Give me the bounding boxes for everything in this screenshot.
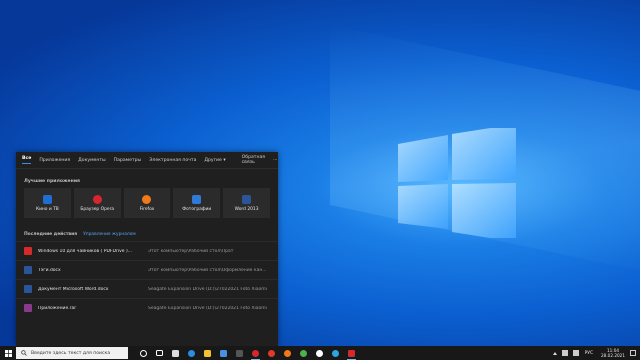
app-tile-movies[interactable]: Кино и ТВ — [24, 188, 71, 218]
tab-documents[interactable]: Документы — [78, 158, 106, 163]
notification-icon[interactable] — [630, 350, 636, 356]
search-panel: Все Приложения Документы Параметры Элект… — [16, 152, 278, 346]
recent-header: Последние действия Управление журналом — [16, 218, 278, 241]
recent-item-name: Приложение.rar — [38, 305, 77, 311]
task-view-icon[interactable] — [154, 346, 165, 360]
yandex-icon[interactable] — [266, 346, 277, 360]
app-label: Word 2013 — [234, 206, 259, 212]
clock[interactable]: 11:04 28.02.2021 — [601, 348, 625, 358]
rar-icon — [24, 304, 32, 312]
yandex-browser-icon[interactable] — [314, 346, 325, 360]
clock-date: 28.02.2021 — [601, 353, 625, 358]
tab-settings[interactable]: Параметры — [114, 158, 142, 163]
tab-email[interactable]: Электронная почта — [149, 158, 196, 163]
opera-icon[interactable] — [250, 346, 261, 360]
telegram-icon[interactable] — [330, 346, 341, 360]
recent-item-path: Этот компьютер\Рабочий стол\Оформление к… — [148, 267, 267, 273]
word-icon — [242, 194, 252, 204]
app-label: Firefox — [139, 206, 155, 212]
chevron-up-icon[interactable] — [552, 351, 557, 355]
firefox-icon — [142, 194, 152, 204]
chrome-icon[interactable] — [298, 346, 309, 360]
tab-apps[interactable]: Приложения — [39, 158, 70, 163]
recent-item-name: Документ Microsoft Word.docx — [38, 286, 109, 292]
taskbar: Введите здесь текст для поиска РУС 11:04… — [0, 346, 640, 360]
windows-logo — [398, 124, 516, 242]
recent-item-path: Seagate Expansion Drive (D:)\27022021 Fo… — [148, 286, 267, 292]
recent-item-name: Тэги.docx — [38, 267, 61, 273]
taskbar-search[interactable]: Введите здесь текст для поиска — [16, 347, 128, 359]
pinned-apps — [138, 346, 362, 360]
recent-item-name: Windows 10 для чайников ( PDFDrive )... — [38, 248, 132, 254]
system-tray: РУС 11:04 28.02.2021 — [548, 348, 640, 358]
file-explorer-icon[interactable] — [202, 346, 213, 360]
search-tabs: Все Приложения Документы Параметры Элект… — [16, 152, 278, 169]
recent-item[interactable]: Windows 10 для чайников ( PDFDrive )... … — [16, 241, 278, 260]
start-button[interactable] — [0, 346, 16, 360]
recent-item-path: Этот компьютер\Рабочий стол\Прат — [148, 248, 234, 254]
app-tile-firefox[interactable]: Firefox — [123, 188, 171, 218]
app-tile-word[interactable]: Word 2013 — [223, 188, 270, 218]
pdf-icon[interactable] — [346, 346, 357, 360]
word-doc-icon — [24, 285, 32, 293]
feedback-link[interactable]: Обратная связь — [242, 155, 265, 165]
recent-item[interactable]: Тэги.docx Этот компьютер\Рабочий стол\Оф… — [16, 260, 278, 279]
recent-title: Последние действия — [24, 232, 78, 237]
windows-start-icon — [4, 349, 12, 357]
network-icon[interactable] — [561, 350, 568, 356]
tab-more[interactable]: Другие ▾ — [204, 158, 225, 163]
cortana-icon[interactable] — [138, 346, 149, 360]
top-apps: Кино и ТВ Браузер Opera Firefox Фотограф… — [16, 188, 278, 218]
opera-icon — [92, 194, 102, 204]
app-tile-opera[interactable]: Браузер Opera — [73, 188, 121, 218]
app-label: Фотографии — [182, 206, 212, 212]
search-placeholder: Введите здесь текст для поиска — [31, 350, 111, 356]
mail-icon[interactable] — [218, 346, 229, 360]
firefox-icon[interactable] — [282, 346, 293, 360]
photos-icon — [192, 194, 202, 204]
tab-all[interactable]: Все — [22, 156, 32, 164]
recent-item-path: Seagate Expansion Drive (D:)\27022021 Fo… — [148, 305, 267, 311]
search-icon — [21, 350, 27, 356]
app-tile-photos[interactable]: Фотографии — [173, 188, 221, 218]
store-icon[interactable] — [170, 346, 181, 360]
more-options-icon[interactable]: ··· — [273, 158, 277, 163]
top-apps-title: Лучшие приложения — [24, 179, 81, 184]
app-label: Кино и ТВ — [35, 206, 59, 212]
app-label: Браузер Opera — [80, 206, 115, 212]
manage-history-link[interactable]: Управление журналом — [83, 232, 136, 237]
recent-item[interactable]: Приложение.rar Seagate Expansion Drive (… — [16, 298, 278, 317]
movies-icon — [42, 194, 52, 204]
language-indicator[interactable]: РУС — [585, 351, 593, 356]
recent-item[interactable]: Документ Microsoft Word.docx Seagate Exp… — [16, 279, 278, 298]
volume-icon[interactable] — [572, 350, 579, 356]
app-icon[interactable] — [234, 346, 245, 360]
pdf-icon — [24, 247, 32, 255]
edge-icon[interactable] — [186, 346, 197, 360]
word-doc-icon — [24, 266, 32, 274]
